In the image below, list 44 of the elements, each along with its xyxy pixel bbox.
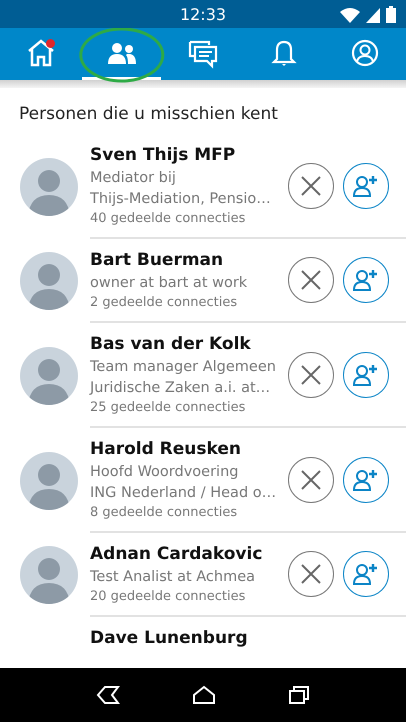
connect-button[interactable] (343, 352, 389, 398)
close-icon (301, 564, 321, 584)
clock-time: 12:33 (180, 5, 226, 24)
person-headline: Test Analist at Achmea (90, 568, 256, 587)
add-person-icon (353, 362, 379, 386)
dismiss-button[interactable] (288, 456, 334, 502)
connect-button[interactable] (343, 551, 389, 597)
recents-icon[interactable] (288, 685, 310, 705)
shared-connections: 20 gedeelde connecties (90, 589, 246, 604)
dismiss-button[interactable] (288, 352, 334, 398)
add-person-icon (353, 268, 379, 292)
add-person-icon (353, 174, 379, 198)
person-name[interactable]: Sven Thijs MFP (90, 145, 288, 165)
person-headline: Team manager Algemeen Juridische Zaken a.i. at… (90, 358, 277, 398)
close-icon (301, 470, 321, 490)
person-name[interactable]: Bart Buerman (90, 250, 288, 270)
shared-connections: 8 gedeelde connecties (90, 505, 238, 520)
connect-button[interactable] (343, 456, 389, 502)
shared-connections: 40 gedeelde connecties (90, 211, 246, 226)
close-icon (301, 364, 321, 384)
person-name[interactable]: Harold Reusken (90, 439, 288, 459)
person-name[interactable]: Bas van der Kolk (90, 334, 288, 354)
signal-icon (366, 8, 380, 23)
section-heading: Personen die u misschien kent (19, 104, 279, 124)
dismiss-button[interactable] (288, 162, 334, 208)
person-name[interactable]: Dave Lunenburg (90, 628, 406, 648)
add-person-icon (353, 562, 379, 586)
connect-button[interactable] (343, 162, 389, 208)
back-icon[interactable] (96, 685, 120, 705)
person-name[interactable]: Adnan Cardakovic (90, 544, 288, 564)
dismiss-button[interactable] (288, 551, 334, 597)
person-headline: Hoofd Woordvoering ING Nederland / Head o… (90, 463, 278, 503)
person-headline: owner at bart at work (90, 274, 248, 293)
person-headline: Mediator bij Thijs-Mediation, Pensio… (90, 169, 272, 209)
add-person-icon (353, 468, 379, 492)
close-icon (301, 270, 321, 290)
close-icon (301, 176, 321, 196)
battery-icon (386, 6, 396, 23)
connect-button[interactable] (343, 257, 389, 303)
shared-connections: 2 gedeelde connecties (90, 295, 238, 310)
shared-connections: 25 gedeelde connecties (90, 400, 246, 415)
home-button-icon[interactable] (192, 685, 216, 705)
dismiss-button[interactable] (288, 257, 334, 303)
wifi-icon (340, 7, 360, 23)
